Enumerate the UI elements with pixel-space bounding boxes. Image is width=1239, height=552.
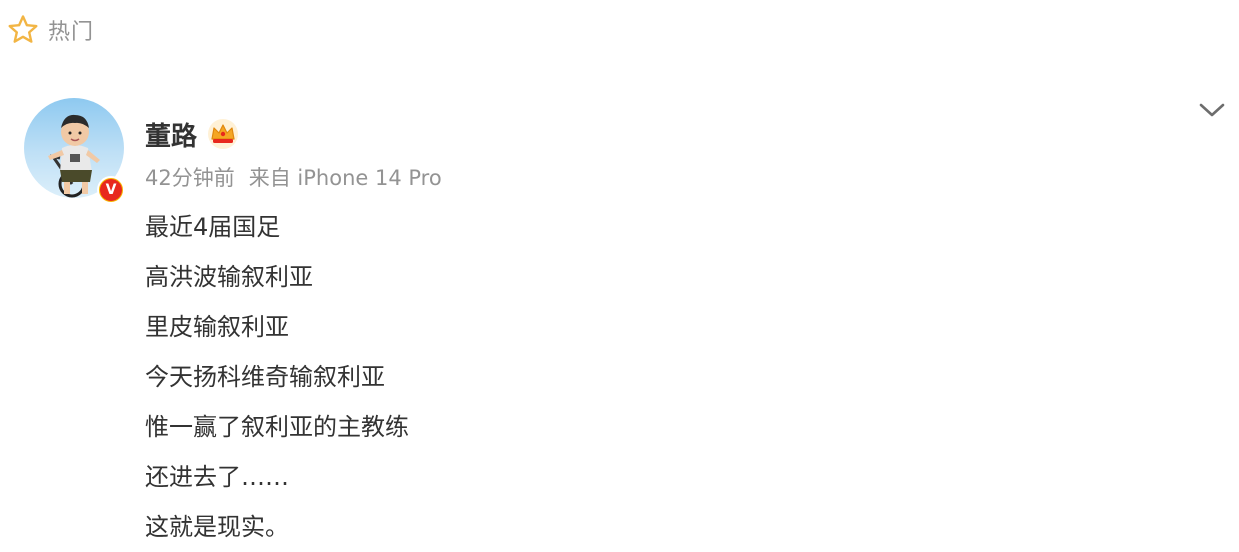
star-outline-icon	[8, 15, 38, 43]
content-line: 这就是现实。	[145, 513, 289, 541]
tab-label: 热门	[48, 20, 95, 45]
chevron-down-icon[interactable]	[1197, 98, 1227, 122]
crown-icon[interactable]	[207, 118, 239, 150]
content-line: 最近4届国足	[145, 213, 281, 241]
verified-v-badge-icon: V	[97, 176, 125, 204]
content-line: 还进去了……	[145, 463, 289, 491]
content-line: 今天扬科维奇输叙利亚	[145, 363, 385, 391]
author-name[interactable]: 董路	[145, 116, 197, 153]
content-line: 惟一赢了叙利亚的主教练	[145, 413, 409, 441]
hot-tab[interactable]: 热门	[6, 10, 94, 50]
author-row: 董路	[145, 114, 239, 154]
post-meta: 42分钟前 来自 iPhone 14 Pro	[145, 162, 442, 192]
content-line: 高洪波输叙利亚	[145, 263, 313, 291]
post-source: 来自 iPhone 14 Pro	[248, 166, 442, 190]
content-line: 里皮输叙利亚	[145, 313, 289, 341]
post-time[interactable]: 42分钟前	[145, 162, 235, 192]
weibo-post: V 董路 42分钟前 来自 iPhone 14 Pro 最近4届国足 高洪波输叙…	[0, 90, 1239, 547]
verified-label: V	[100, 179, 122, 201]
post-content: 最近4届国足 高洪波输叙利亚 里皮输叙利亚 今天扬科维奇输叙利亚 惟一赢了叙利亚…	[145, 202, 409, 552]
